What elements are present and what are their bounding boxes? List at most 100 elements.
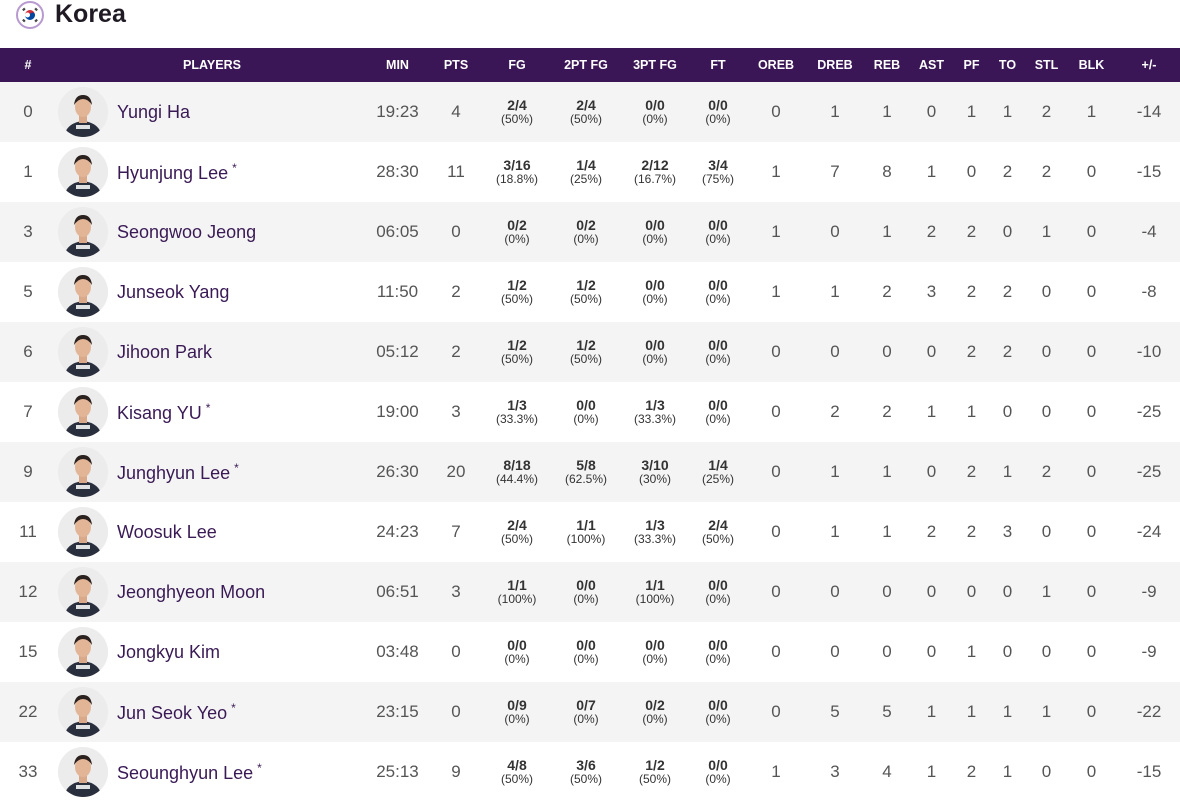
- three-point-fg-pct: (50%): [638, 772, 671, 787]
- defensive-rebounds: 1: [830, 102, 840, 121]
- two-point-fg-pct: (50%): [569, 352, 602, 367]
- field-goals-made: 0/9: [507, 697, 527, 714]
- assists: 3: [926, 282, 937, 301]
- player-avatar: [58, 87, 108, 137]
- field-goals-pct: (33.3%): [495, 412, 539, 427]
- two-point-fg-pct: (0%): [573, 232, 599, 247]
- field-goals-made: 2/4: [507, 97, 527, 114]
- plus-minus: -25: [1136, 462, 1162, 481]
- column-header[interactable]: REB: [867, 48, 907, 82]
- two-point-fg: 1/2 (50%): [549, 322, 623, 382]
- column-header[interactable]: BLK: [1065, 48, 1118, 82]
- player-name-link[interactable]: Junseok Yang: [117, 282, 229, 303]
- two-point-fg-pct: (50%): [569, 112, 602, 127]
- player-cell[interactable]: Junseok Yang: [56, 262, 368, 322]
- column-header[interactable]: OREB: [749, 48, 803, 82]
- rebounds: 1: [882, 102, 892, 121]
- free-throws: 0/0 (0%): [687, 742, 749, 802]
- player-name-link[interactable]: Jihoon Park: [117, 342, 212, 363]
- table-row[interactable]: 3 Seongwoo Jeong 06:05 0 0/2 (0%) 0/2 (0%) 0/0 (0…: [0, 202, 1180, 262]
- column-header[interactable]: PF: [956, 48, 987, 82]
- field-goals-made: 2/4: [507, 517, 527, 534]
- column-header[interactable]: DREB: [803, 48, 867, 82]
- player-name-link[interactable]: Woosuk Lee: [117, 522, 217, 543]
- field-goals-pct: (50%): [500, 532, 533, 547]
- player-cell[interactable]: Jihoon Park: [56, 322, 368, 382]
- player-name-link[interactable]: Jongkyu Kim: [117, 642, 220, 663]
- field-goals: 2/4 (50%): [485, 82, 549, 142]
- player-cell[interactable]: Kisang YU *: [56, 382, 368, 442]
- personal-fouls: 2: [966, 282, 977, 301]
- player-cell[interactable]: Jongkyu Kim: [56, 622, 368, 682]
- table-row[interactable]: 12 Jeonghyeon Moon 06:51 3 1/1 (100%) 0/0 (0%) 1…: [0, 562, 1180, 622]
- column-header[interactable]: 2PT FG: [549, 48, 623, 82]
- table-row[interactable]: 7 Kisang YU * 19:00 3 1/3 (33.3%) 0/0 (0%) 1/3 (33…: [0, 382, 1180, 442]
- table-row[interactable]: 6 Jihoon Park 05:12 2 1/2 (50%) 1/2 (50%) 0/0 (0%…: [0, 322, 1180, 382]
- player-name-link[interactable]: Seounghyun Lee *: [117, 761, 262, 784]
- column-header[interactable]: PLAYERS: [56, 48, 368, 82]
- two-point-fg-made: 0/0: [576, 637, 596, 654]
- minutes: 26:30: [376, 462, 419, 481]
- assists: 0: [926, 462, 937, 481]
- offensive-rebounds: 0: [771, 582, 781, 601]
- column-header[interactable]: TO: [987, 48, 1028, 82]
- rebounds: 8: [882, 162, 892, 181]
- player-name: Yungi Ha: [117, 101, 191, 122]
- three-point-fg-made: 0/0: [645, 337, 665, 354]
- column-header[interactable]: PTS: [427, 48, 485, 82]
- player-name-link[interactable]: Jeonghyeon Moon: [117, 582, 265, 603]
- player-name-link[interactable]: Kisang YU *: [117, 401, 210, 424]
- player-cell[interactable]: Seongwoo Jeong: [56, 202, 368, 262]
- three-point-fg-made: 1/3: [645, 397, 665, 414]
- starter-mark: *: [234, 460, 239, 475]
- free-throws: 0/0 (0%): [687, 202, 749, 262]
- column-header[interactable]: MIN: [368, 48, 427, 82]
- turnovers: 1: [1002, 102, 1013, 121]
- team-name: Korea: [55, 0, 126, 28]
- points: 7: [451, 522, 461, 541]
- player-cell[interactable]: Jeonghyeon Moon: [56, 562, 368, 622]
- player-cell[interactable]: Jun Seok Yeo *: [56, 682, 368, 742]
- player-cell[interactable]: Hyunjung Lee *: [56, 142, 368, 202]
- player-cell[interactable]: Woosuk Lee: [56, 502, 368, 562]
- starter-mark: *: [257, 760, 262, 775]
- field-goals: 4/8 (50%): [485, 742, 549, 802]
- table-row[interactable]: 33 Seounghyun Lee * 25:13 9 4/8 (50%) 3/6 (50%) 1…: [0, 742, 1180, 802]
- column-header[interactable]: FT: [687, 48, 749, 82]
- player-name-link[interactable]: Jun Seok Yeo *: [117, 701, 236, 724]
- player-name: Jongkyu Kim: [117, 641, 221, 662]
- column-header[interactable]: AST: [907, 48, 956, 82]
- table-row[interactable]: 0 Yungi Ha 19:23 4 2/4 (50%) 2/4 (50%) 0/0 (0%) 0/…: [0, 82, 1180, 142]
- player-name-link[interactable]: Junghyun Lee *: [117, 461, 239, 484]
- column-header[interactable]: #: [0, 48, 56, 82]
- player-name: Seounghyun Lee: [117, 762, 254, 783]
- player-name-link[interactable]: Hyunjung Lee *: [117, 161, 237, 184]
- column-header[interactable]: +/-: [1118, 48, 1180, 82]
- column-header[interactable]: 3PT FG: [623, 48, 687, 82]
- turnovers: 2: [1002, 162, 1013, 181]
- player-name-link[interactable]: Yungi Ha: [117, 102, 190, 123]
- player-name-link[interactable]: Seongwoo Jeong: [117, 222, 256, 243]
- jersey-number: 9: [23, 462, 33, 481]
- two-point-fg-made: 0/0: [576, 397, 596, 414]
- free-throws: 0/0 (0%): [687, 682, 749, 742]
- free-throws-pct: (0%): [705, 772, 731, 787]
- offensive-rebounds: 0: [771, 102, 781, 121]
- table-row[interactable]: 9 Junghyun Lee * 26:30 20 8/18 (44.4%) 5/8 (62.5…: [0, 442, 1180, 502]
- table-row[interactable]: 5 Junseok Yang 11:50 2 1/2 (50%) 1/2 (50%) 0/0 (0…: [0, 262, 1180, 322]
- column-header[interactable]: STL: [1028, 48, 1065, 82]
- minutes: 19:23: [376, 102, 419, 121]
- field-goals: 2/4 (50%): [485, 502, 549, 562]
- box-score-table: # PLAYERS MIN PTS FG 2PT FG 3PT FG FT OREB DREB RE…: [0, 48, 1180, 802]
- personal-fouls: 0: [966, 582, 977, 601]
- table-row[interactable]: 11 Woosuk Lee 24:23 7 2/4 (50%) 1/1 (100%) 1/3 (3…: [0, 502, 1180, 562]
- column-header[interactable]: FG: [485, 48, 549, 82]
- steals: 2: [1041, 162, 1052, 181]
- player-cell[interactable]: Junghyun Lee *: [56, 442, 368, 502]
- player-cell[interactable]: Yungi Ha: [56, 82, 368, 142]
- table-row[interactable]: 22 Jun Seok Yeo * 23:15 0 0/9 (0%) 0/7 (0%) 0/2 (0…: [0, 682, 1180, 742]
- player-cell[interactable]: Seounghyun Lee *: [56, 742, 368, 802]
- jersey-number: 33: [18, 762, 38, 781]
- table-row[interactable]: 15 Jongkyu Kim 03:48 0 0/0 (0%) 0/0 (0%) 0/0 (0%)…: [0, 622, 1180, 682]
- table-row[interactable]: 1 Hyunjung Lee * 28:30 11 3/16 (18.8%) 1/4 (25%)…: [0, 142, 1180, 202]
